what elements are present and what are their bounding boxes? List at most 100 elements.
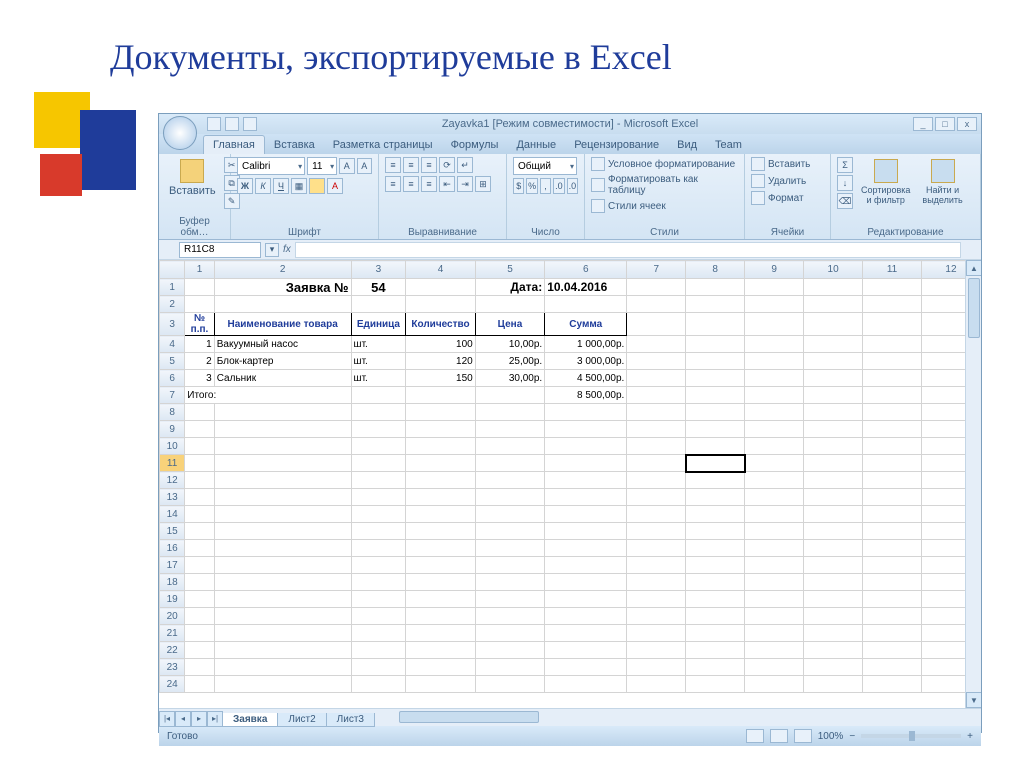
cell[interactable]: Наименование товара xyxy=(214,313,351,336)
row-header[interactable]: 15 xyxy=(160,523,185,540)
paste-button[interactable]: Вставить xyxy=(165,157,220,214)
cell[interactable]: 150 xyxy=(406,370,475,387)
tab-nav-prev-icon[interactable]: ◂ xyxy=(175,711,191,727)
zoom-out-button[interactable]: − xyxy=(849,731,855,742)
cell[interactable]: 1 000,00р. xyxy=(545,336,627,353)
fill-color-icon[interactable] xyxy=(309,178,325,194)
row-header[interactable]: 23 xyxy=(160,659,185,676)
formula-bar[interactable] xyxy=(295,242,961,258)
row-header[interactable]: 24 xyxy=(160,676,185,693)
cell[interactable]: Сальник xyxy=(214,370,351,387)
scroll-down-icon[interactable]: ▼ xyxy=(966,692,981,708)
underline-button[interactable]: Ч xyxy=(273,178,289,194)
col-header[interactable]: 8 xyxy=(686,261,745,279)
borders-icon[interactable]: ▦ xyxy=(291,178,307,194)
cell[interactable]: Единица xyxy=(351,313,406,336)
cell[interactable]: 10.04.2016 xyxy=(545,279,627,296)
align-top-icon[interactable]: ≡ xyxy=(385,157,401,173)
worksheet-grid[interactable]: 1 2 3 4 5 6 7 8 9 10 11 12 1 Заявка № 54… xyxy=(159,260,981,693)
cell[interactable]: 8 500,00р. xyxy=(545,387,627,404)
cell[interactable]: 100 xyxy=(406,336,475,353)
grow-font-icon[interactable]: A xyxy=(339,158,354,174)
align-center-icon[interactable]: ≡ xyxy=(403,176,419,192)
fx-icon[interactable]: fx xyxy=(283,244,291,255)
cell[interactable]: 30,00р. xyxy=(475,370,544,387)
cell[interactable]: Итого: xyxy=(185,387,351,404)
cell[interactable]: шт. xyxy=(351,353,406,370)
office-button[interactable] xyxy=(163,116,197,150)
tab-formulas[interactable]: Формулы xyxy=(442,136,508,154)
comma-icon[interactable]: , xyxy=(540,178,551,194)
orientation-icon[interactable]: ⟳ xyxy=(439,157,455,173)
cell[interactable]: Количество xyxy=(406,313,475,336)
tab-team[interactable]: Team xyxy=(706,136,751,154)
sheet-tab-list2[interactable]: Лист2 xyxy=(277,713,326,727)
percent-icon[interactable]: % xyxy=(526,178,537,194)
row-header[interactable]: 9 xyxy=(160,421,185,438)
format-as-table-button[interactable]: Форматировать как таблицу xyxy=(591,174,738,196)
tab-review[interactable]: Рецензирование xyxy=(565,136,668,154)
row-header[interactable]: 3 xyxy=(160,313,185,336)
name-box-dropdown-icon[interactable]: ▾ xyxy=(265,243,279,257)
col-header[interactable]: 5 xyxy=(475,261,544,279)
tab-home[interactable]: Главная xyxy=(203,135,265,154)
cell[interactable]: Заявка № xyxy=(214,279,351,296)
view-page-layout-icon[interactable] xyxy=(770,729,788,743)
cell[interactable]: Блок-картер xyxy=(214,353,351,370)
zoom-in-button[interactable]: + xyxy=(967,731,973,742)
cell[interactable]: Дата: xyxy=(475,279,544,296)
tab-insert[interactable]: Вставка xyxy=(265,136,324,154)
cell[interactable]: 1 xyxy=(185,336,214,353)
tab-page-layout[interactable]: Разметка страницы xyxy=(324,136,442,154)
minimize-button[interactable]: _ xyxy=(913,117,933,131)
font-color-icon[interactable]: A xyxy=(327,178,343,194)
scroll-up-icon[interactable]: ▲ xyxy=(966,260,981,276)
scroll-thumb[interactable] xyxy=(399,711,539,723)
cell[interactable]: 3 xyxy=(185,370,214,387)
font-size-combo[interactable]: 11 xyxy=(307,157,337,175)
cell[interactable]: шт. xyxy=(351,336,406,353)
name-box[interactable]: R11C8 xyxy=(179,242,261,258)
tab-data[interactable]: Данные xyxy=(507,136,565,154)
scroll-thumb[interactable] xyxy=(968,278,980,338)
zoom-level[interactable]: 100% xyxy=(818,731,844,742)
maximize-button[interactable]: □ xyxy=(935,117,955,131)
autosum-icon[interactable]: Σ xyxy=(837,157,853,173)
row-header[interactable]: 12 xyxy=(160,472,185,489)
row-header[interactable]: 7 xyxy=(160,387,185,404)
align-left-icon[interactable]: ≡ xyxy=(385,176,401,192)
row-header[interactable]: 21 xyxy=(160,625,185,642)
align-bottom-icon[interactable]: ≡ xyxy=(421,157,437,173)
col-header[interactable]: 2 xyxy=(214,261,351,279)
cell[interactable]: 54 xyxy=(351,279,406,296)
col-header[interactable]: 10 xyxy=(804,261,863,279)
decrease-indent-icon[interactable]: ⇤ xyxy=(439,176,455,192)
delete-cells-button[interactable]: Удалить xyxy=(751,174,824,188)
active-cell[interactable] xyxy=(686,455,745,472)
col-header[interactable]: 1 xyxy=(185,261,214,279)
qat-undo-icon[interactable] xyxy=(225,117,239,131)
number-format-combo[interactable]: Общий xyxy=(513,157,577,175)
row-header[interactable]: 8 xyxy=(160,404,185,421)
cell[interactable]: Сумма xyxy=(545,313,627,336)
cell[interactable]: 2 xyxy=(185,353,214,370)
bold-button[interactable]: Ж xyxy=(237,178,253,194)
col-header[interactable]: 7 xyxy=(627,261,686,279)
cell[interactable]: 10,00р. xyxy=(475,336,544,353)
increase-decimal-icon[interactable]: .0 xyxy=(553,178,564,194)
view-page-break-icon[interactable] xyxy=(794,729,812,743)
wrap-text-icon[interactable]: ↵ xyxy=(457,157,473,173)
cell[interactable]: 4 500,00р. xyxy=(545,370,627,387)
align-right-icon[interactable]: ≡ xyxy=(421,176,437,192)
row-header[interactable]: 17 xyxy=(160,557,185,574)
cell[interactable]: № п.п. xyxy=(185,313,214,336)
col-header[interactable]: 11 xyxy=(863,261,922,279)
view-normal-icon[interactable] xyxy=(746,729,764,743)
col-header[interactable]: 3 xyxy=(351,261,406,279)
row-header[interactable]: 11 xyxy=(160,455,185,472)
zoom-slider-knob[interactable] xyxy=(909,731,915,741)
row-header[interactable]: 20 xyxy=(160,608,185,625)
tab-view[interactable]: Вид xyxy=(668,136,706,154)
close-button[interactable]: x xyxy=(957,117,977,131)
sort-filter-button[interactable]: Сортировка и фильтр xyxy=(857,157,914,225)
